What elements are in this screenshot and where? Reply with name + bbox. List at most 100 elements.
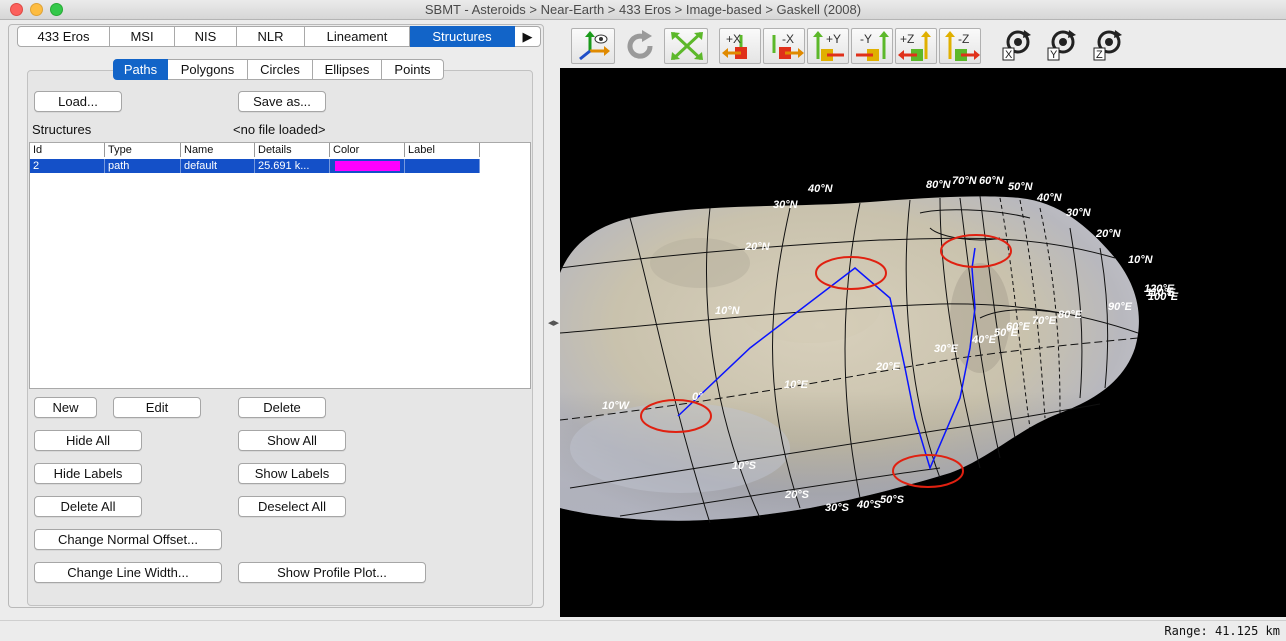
fit-view-button[interactable] bbox=[664, 28, 708, 64]
delete-all-button[interactable]: Delete All bbox=[34, 496, 142, 517]
window-title: SBMT - Asteroids > Near-Earth > 433 Eros… bbox=[424, 2, 862, 17]
file-status: <no file loaded> bbox=[233, 122, 326, 137]
view-plus-z-label: +Z bbox=[900, 32, 914, 46]
tab-ellipses[interactable]: Ellipses bbox=[313, 59, 382, 80]
cell-details: 25.691 k... bbox=[255, 159, 330, 173]
rotate-z-button[interactable]: Z bbox=[1089, 26, 1129, 66]
rotate-z-icon: Z bbox=[1093, 30, 1122, 61]
view-plus-x-label: +X bbox=[726, 32, 741, 46]
column-header-color[interactable]: Color bbox=[330, 143, 405, 157]
load-button[interactable]: Load... bbox=[34, 91, 122, 112]
view-minus-z-icon: -Z bbox=[945, 31, 980, 61]
rotate-x-button[interactable]: X bbox=[998, 26, 1038, 66]
delete-button[interactable]: Delete bbox=[238, 397, 326, 418]
tab-points[interactable]: Points bbox=[382, 59, 444, 80]
grid-label: 30°E bbox=[934, 343, 959, 355]
new-button[interactable]: New bbox=[34, 397, 97, 418]
reset-rotation-icon bbox=[627, 30, 653, 59]
3d-render-view[interactable]: 40°N 30°N 20°N 10°N 80°N 70°N 60°N 50°N … bbox=[560, 68, 1286, 617]
view-minus-x-icon: -X bbox=[772, 32, 804, 59]
grid-label: 40°N bbox=[1036, 192, 1063, 204]
tab-structures[interactable]: Structures bbox=[410, 26, 515, 47]
view-minus-z-label: -Z bbox=[958, 32, 969, 46]
tab-nis[interactable]: NIS bbox=[175, 26, 237, 47]
view-plus-y-label: +Y bbox=[826, 32, 841, 46]
grid-label: 0° bbox=[692, 391, 703, 403]
tab-polygons[interactable]: Polygons bbox=[168, 59, 248, 80]
view-plus-z-icon: +Z bbox=[898, 31, 931, 61]
change-line-width-button[interactable]: Change Line Width... bbox=[34, 562, 222, 583]
grid-label: 20°N bbox=[1095, 228, 1122, 240]
structure-type-tabs: Paths Polygons Circles Ellipses Points bbox=[113, 59, 444, 80]
cell-name: default bbox=[181, 159, 255, 173]
structures-label: Structures bbox=[32, 122, 92, 137]
deselect-all-button[interactable]: Deselect All bbox=[238, 496, 346, 517]
show-all-button[interactable]: Show All bbox=[238, 430, 346, 451]
grid-label: 20°S bbox=[784, 489, 810, 501]
status-bar: Range: 41.125 km bbox=[0, 620, 1286, 641]
table-row[interactable]: 2 path default 25.691 k... bbox=[30, 159, 480, 173]
range-readout: Range: 41.125 km bbox=[1164, 624, 1280, 638]
cell-label bbox=[405, 159, 480, 173]
view-plus-x-button[interactable]: +X bbox=[719, 28, 761, 64]
column-header-details[interactable]: Details bbox=[255, 143, 330, 157]
title-bar: SBMT - Asteroids > Near-Earth > 433 Eros… bbox=[0, 0, 1286, 20]
structures-table[interactable]: Id Type Name Details Color Label 2 path … bbox=[29, 142, 531, 389]
grid-label: 30°S bbox=[825, 502, 850, 514]
cell-id: 2 bbox=[30, 159, 105, 173]
tab-433-eros[interactable]: 433 Eros bbox=[17, 26, 110, 47]
column-header-name[interactable]: Name bbox=[181, 143, 255, 157]
view-minus-y-label: -Y bbox=[860, 32, 872, 46]
grid-label: 10°S bbox=[732, 460, 757, 472]
grid-label: 30°N bbox=[773, 199, 799, 211]
grid-label: 50°S bbox=[880, 494, 905, 506]
rotate-y-button[interactable]: Y bbox=[1043, 26, 1083, 66]
column-header-id[interactable]: Id bbox=[30, 143, 105, 157]
rotate-y-icon: Y bbox=[1047, 30, 1076, 61]
column-header-type[interactable]: Type bbox=[105, 143, 181, 157]
grid-label: 10°W bbox=[602, 400, 631, 412]
pick-mode-button[interactable] bbox=[571, 28, 615, 64]
tab-paths[interactable]: Paths bbox=[113, 59, 168, 80]
view-minus-z-button[interactable]: -Z bbox=[939, 28, 981, 64]
show-labels-button[interactable]: Show Labels bbox=[238, 463, 346, 484]
tab-msi[interactable]: MSI bbox=[110, 26, 175, 47]
color-swatch[interactable] bbox=[335, 161, 400, 171]
grid-label: 80°E bbox=[1058, 309, 1083, 321]
view-minus-y-button[interactable]: -Y bbox=[851, 28, 893, 64]
show-profile-plot-button[interactable]: Show Profile Plot... bbox=[238, 562, 426, 583]
hide-labels-button[interactable]: Hide Labels bbox=[34, 463, 142, 484]
view-minus-x-button[interactable]: -X bbox=[763, 28, 805, 64]
rotate-z-label: Z bbox=[1096, 49, 1103, 61]
edit-button[interactable]: Edit bbox=[113, 397, 201, 418]
top-tab-bar: 433 Eros MSI NIS NLR Lineament Structure… bbox=[17, 26, 541, 47]
rotate-x-label: X bbox=[1005, 49, 1013, 61]
tab-scroll-right-button[interactable]: ▶ bbox=[515, 26, 541, 47]
view-minus-y-icon: -Y bbox=[856, 31, 889, 61]
reset-view-button[interactable] bbox=[620, 26, 660, 66]
tab-nlr[interactable]: NLR bbox=[237, 26, 305, 47]
change-normal-offset-button[interactable]: Change Normal Offset... bbox=[34, 529, 222, 550]
column-header-label[interactable]: Label bbox=[405, 143, 480, 157]
grid-label: 10°E bbox=[784, 379, 809, 391]
split-pane-divider[interactable]: ◂▸ bbox=[548, 316, 559, 329]
grid-label: 70°N bbox=[952, 175, 978, 187]
grid-label: 80°N bbox=[926, 179, 952, 191]
save-as-button[interactable]: Save as... bbox=[238, 91, 326, 112]
view-plus-z-button[interactable]: +Z bbox=[895, 28, 937, 64]
grid-label: 50°N bbox=[1008, 181, 1034, 193]
rotate-x-icon: X bbox=[1002, 30, 1031, 61]
grid-label: 40°E bbox=[971, 334, 997, 346]
asteroid-render: 40°N 30°N 20°N 10°N 80°N 70°N 60°N 50°N … bbox=[560, 175, 1179, 524]
expand-arrows-icon bbox=[671, 31, 703, 61]
grid-label: 90°E bbox=[1108, 301, 1133, 313]
hide-all-button[interactable]: Hide All bbox=[34, 430, 142, 451]
tab-lineament[interactable]: Lineament bbox=[305, 26, 410, 47]
rotate-y-label: Y bbox=[1050, 49, 1058, 61]
grid-label: 40°S bbox=[856, 499, 882, 511]
cell-type: path bbox=[105, 159, 181, 173]
tab-circles[interactable]: Circles bbox=[248, 59, 313, 80]
view-minus-x-label: -X bbox=[782, 32, 794, 46]
view-plus-x-icon: +X bbox=[722, 32, 747, 59]
view-plus-y-button[interactable]: +Y bbox=[807, 28, 849, 64]
